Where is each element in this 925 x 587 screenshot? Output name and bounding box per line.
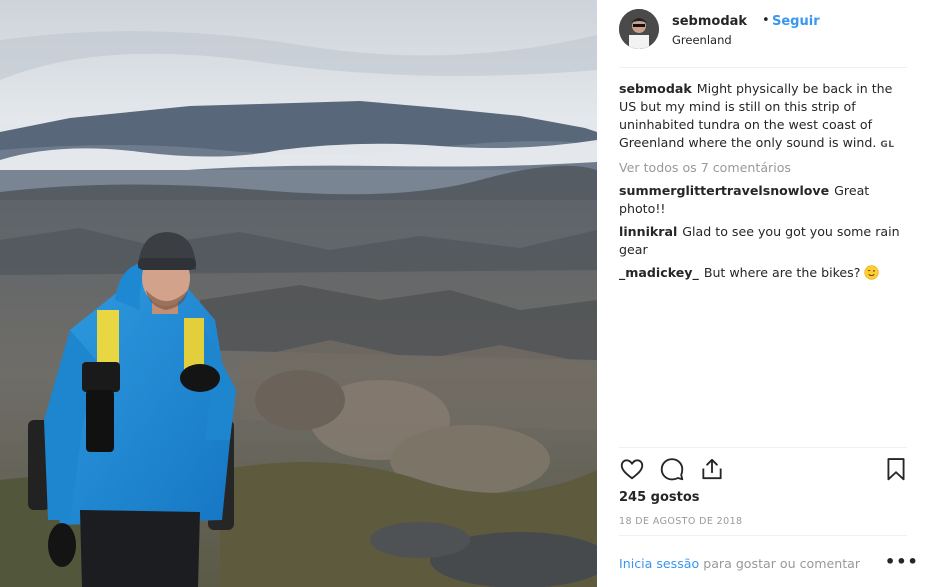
heart-icon [620,459,644,480]
view-all-comments-link[interactable]: Ver todos os 7 comentários [619,159,909,177]
action-bar [619,456,909,486]
comment-button[interactable] [659,456,685,482]
comment-item: linnikral Glad to see you got you some ra… [619,223,909,259]
login-prompt: Inicia sessão para gostar ou comentar [619,556,860,571]
comment-username[interactable]: linnikral [619,224,677,239]
location-link[interactable]: Greenland [672,33,732,47]
landscape-image [0,0,597,587]
comment-username[interactable]: _madickey_ [619,265,699,280]
post-date: 18 DE AGOSTO DE 2018 [619,516,743,527]
comments-section: sebmodak Might physically be back in the … [619,80,909,287]
likes-count[interactable]: 245 gostos [619,490,700,505]
post-header: sebmodak • Seguir Greenland [619,9,907,68]
post-photo[interactable] [0,0,597,587]
footer-divider [619,535,907,536]
comment-icon [660,458,684,481]
share-button[interactable] [699,456,725,482]
comment-username[interactable]: summerglittertravelsnowlove [619,183,829,198]
like-button[interactable] [619,456,645,482]
comment-text: But where are the bikes? [703,265,861,280]
more-options-button[interactable]: ••• [885,552,919,571]
share-icon [702,458,722,480]
save-button[interactable] [883,456,909,482]
comment-item: _madickey_ But where are the bikes? [619,264,909,282]
follow-button[interactable]: Seguir [772,14,820,29]
wink-emoji-icon [864,265,880,280]
avatar[interactable] [619,9,659,49]
login-text: para gostar ou comentar [699,556,861,571]
comment-item: summerglittertravelsnowlove Great photo!! [619,182,909,218]
actions-divider [619,447,907,448]
caption-username[interactable]: sebmodak [619,81,692,96]
caption-badge: GL [880,140,895,150]
header-separator: • [762,13,770,28]
bookmark-icon [887,458,905,481]
caption: sebmodak Might physically be back in the … [619,80,909,154]
post-side-panel: sebmodak • Seguir Greenland sebmodak Migh… [597,0,925,587]
login-link[interactable]: Inicia sessão [619,556,699,571]
header-username[interactable]: sebmodak [672,14,747,29]
